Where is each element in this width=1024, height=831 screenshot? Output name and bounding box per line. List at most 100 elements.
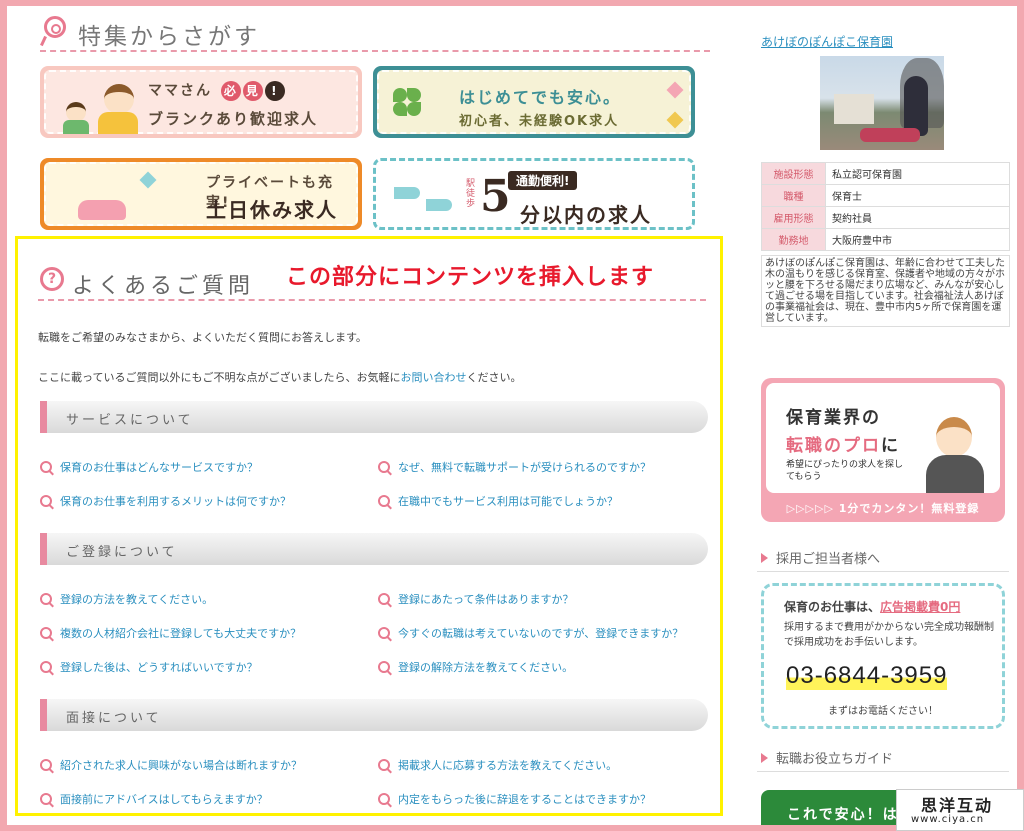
banner-beginner[interactable]: はじめてでも安心。 初心者、未経験OK求人 <box>373 66 695 138</box>
watermark: 思洋互动 www.ciya.cn <box>896 789 1024 831</box>
faq-category-registration: ご登録について <box>40 533 708 565</box>
triangle-right-icon <box>761 753 768 763</box>
clover-icon <box>407 88 421 102</box>
mother-body-icon <box>98 112 138 134</box>
faq-question[interactable]: 登録した後は、どうすればいいですか？ <box>40 659 258 675</box>
child-face-icon <box>66 102 86 122</box>
nursery-photo[interactable] <box>820 56 944 150</box>
recruiter-ad-banner[interactable]: 保育のお仕事は、広告掲載費0円 採用するまで費用がかからない完全成功報酬制で採用… <box>761 583 1005 729</box>
featured-title: 特集からさがす <box>78 24 260 50</box>
info-row: 勤務地 大阪府豊中市 <box>761 228 1010 251</box>
info-row: 雇用形態 契約社員 <box>761 206 1010 229</box>
banner-commute-note: 駅徒歩 <box>466 179 476 209</box>
search-q-icon <box>378 661 390 673</box>
pin-stem-icon <box>40 35 47 47</box>
banner-commute-number: 5 <box>480 171 511 222</box>
phone-number[interactable]: 03-6844-3959 <box>786 662 948 690</box>
search-q-icon <box>378 461 390 473</box>
banner-mama-line2: ブランクあり歓迎求人 <box>148 110 319 128</box>
mascot-figure <box>904 76 928 136</box>
ad2-line2: 採用するまで費用がかからない完全成功報酬制で採用成功をお手伝いします。 <box>784 622 994 648</box>
banner-weekend-line2: 土日休み求人 <box>206 198 338 222</box>
banner-weekend[interactable]: プライベートも充実! 土日休み求人 <box>40 158 362 230</box>
faq-question[interactable]: 保育のお仕事はどんなサービスですか？ <box>40 459 258 475</box>
faq-question[interactable]: 今すぐの転職は考えていないのですが、登録できますか？ <box>378 625 683 641</box>
search-q-icon <box>40 495 52 507</box>
flowerbed-shape <box>860 128 920 142</box>
search-q-icon <box>378 627 390 639</box>
featured-header: 特集からさがす <box>40 14 710 52</box>
watermark-line2: www.ciya.cn <box>911 814 985 825</box>
faq-question[interactable]: 掲載求人に応募する方法を教えてください。 <box>378 757 617 773</box>
side-heading-guide[interactable]: 転職お役立ちガイド <box>757 748 1009 772</box>
side-heading-recruiters[interactable]: 採用ご担当者様へ <box>757 548 1009 572</box>
page-frame: 特集からさがす ママさん 必見! ブランクあり歓迎求人 はじめてでも安心。 初心… <box>7 6 1017 825</box>
heart-icon <box>666 111 684 129</box>
search-q-icon <box>378 759 390 771</box>
sidebar: あけぼのぽんぽこ保育園 施設形態 私立認可保育園 職種 保育士 雇用形態 契約社員 勤… <box>747 6 1017 825</box>
faq-question[interactable]: 面接前にアドバイスはしてもらえますか？ <box>40 791 268 807</box>
search-q-icon <box>40 593 52 605</box>
faq-question[interactable]: なぜ、無料で転職サポートが受けられるのですか？ <box>378 459 651 475</box>
contact-link[interactable]: お問い合わせ <box>400 371 466 384</box>
consultant-body-icon <box>926 455 984 493</box>
banner-inner: プライベートも充実! 土日休み求人 <box>44 162 358 226</box>
search-q-icon <box>40 759 52 771</box>
search-q-icon <box>40 661 52 673</box>
insert-note: この部分にコンテンツを挿入します <box>286 265 655 290</box>
faq-category-interview: 面接について <box>40 699 708 731</box>
ad1-line1: 保育業界の <box>786 408 881 428</box>
faq-question[interactable]: 複数の人材紹介会社に登録しても大丈夫ですか？ <box>40 625 301 641</box>
watermark-line1: 思洋互动 <box>921 796 994 815</box>
clover-icon <box>393 102 407 116</box>
search-q-icon <box>378 495 390 507</box>
triangle-right-icon <box>761 553 768 563</box>
badge-see: 見 <box>242 81 263 101</box>
building-shape <box>834 94 874 124</box>
banner-commute[interactable]: 駅徒歩 5 通勤便利! 分以内の求人 <box>373 158 695 230</box>
nursery-description: あけぼのぽんぽこ保育園は、年齢に合わせて工夫した木の温もりを感じる保育室、保護者… <box>761 255 1010 327</box>
clover-icon <box>393 88 407 102</box>
search-q-icon <box>40 793 52 805</box>
search-q-icon <box>378 793 390 805</box>
clover-icon <box>407 102 421 116</box>
search-q-icon <box>40 461 52 473</box>
question-circle-icon: ? <box>40 267 64 291</box>
ad2-line1: 保育のお仕事は、広告掲載費0円 <box>784 600 961 614</box>
faq-section: ? よくあるご質問 この部分にコンテンツを挿入します 転職をご希望のみなさまから… <box>15 236 723 816</box>
banner-commute-tag: 通勤便利! <box>508 171 578 190</box>
banner-inner: ママさん 必見! ブランクあり歓迎求人 <box>44 70 358 134</box>
child-body-icon <box>63 120 89 134</box>
consultant-face-icon <box>936 417 972 457</box>
search-q-icon <box>40 627 52 639</box>
search-q-icon <box>378 593 390 605</box>
faq-question[interactable]: 登録の解除方法を教えてください。 <box>378 659 573 675</box>
main-column: 特集からさがす ママさん 必見! ブランクあり歓迎求人 はじめてでも安心。 初心… <box>7 6 723 825</box>
faq-intro: 転職をご希望のみなさまから、よくいただく質問にお答えします。 <box>38 331 367 344</box>
faq-category-service: サービスについて <box>40 401 708 433</box>
car-icon <box>78 200 126 220</box>
badge-exclaim: ! <box>264 81 285 101</box>
banner-mama[interactable]: ママさん 必見! ブランクあり歓迎求人 <box>40 66 362 138</box>
faq-question[interactable]: 保育のお仕事を利用するメリットは何ですか？ <box>40 493 291 509</box>
info-row: 施設形態 私立認可保育園 <box>761 162 1010 185</box>
faq-intro-2: ここに載っているご質問以外にもご不明な点がございましたら、お気軽にお問い合わせく… <box>38 371 522 384</box>
register-ad-banner[interactable]: 保育業界の 転職のプロに 希望にぴったりの求人を探してもらう ▷▷▷▷▷ 1分で… <box>761 378 1005 522</box>
faq-question[interactable]: 内定をもらった後に辞退をすることはできますか？ <box>378 791 651 807</box>
mother-face-icon <box>104 84 134 114</box>
faq-question[interactable]: 在職中でもサービス利用は可能でしょうか？ <box>378 493 618 509</box>
faq-question[interactable]: 登録の方法を教えてください。 <box>40 591 213 607</box>
faq-question[interactable]: 登録にあたって条件はありますか？ <box>378 591 573 607</box>
faq-header: ? よくあるご質問 この部分にコンテンツを挿入します <box>38 263 706 301</box>
ad1-line3: 希望にぴったりの求人を探してもらう <box>786 460 904 482</box>
nursery-info-table: 施設形態 私立認可保育園 職種 保育士 雇用形態 契約社員 勤務地 大阪府豊中市 <box>761 162 1010 251</box>
banner-commute-line2: 分以内の求人 <box>520 203 652 227</box>
nursery-name-link[interactable]: あけぼのぽんぽこ保育園 <box>761 33 893 50</box>
badge-must: 必 <box>220 81 241 101</box>
ad2-line3: まずはお電話ください！ <box>828 706 938 717</box>
register-ad-inner: 保育業界の 転職のプロに 希望にぴったりの求人を探してもらう <box>766 383 1000 493</box>
faq-question[interactable]: 紹介された求人に興味がない場合は断れますか？ <box>40 757 302 773</box>
info-row: 職種 保育士 <box>761 184 1010 207</box>
pin-icon <box>44 16 66 38</box>
ad1-line2: 転職のプロに <box>786 436 900 456</box>
